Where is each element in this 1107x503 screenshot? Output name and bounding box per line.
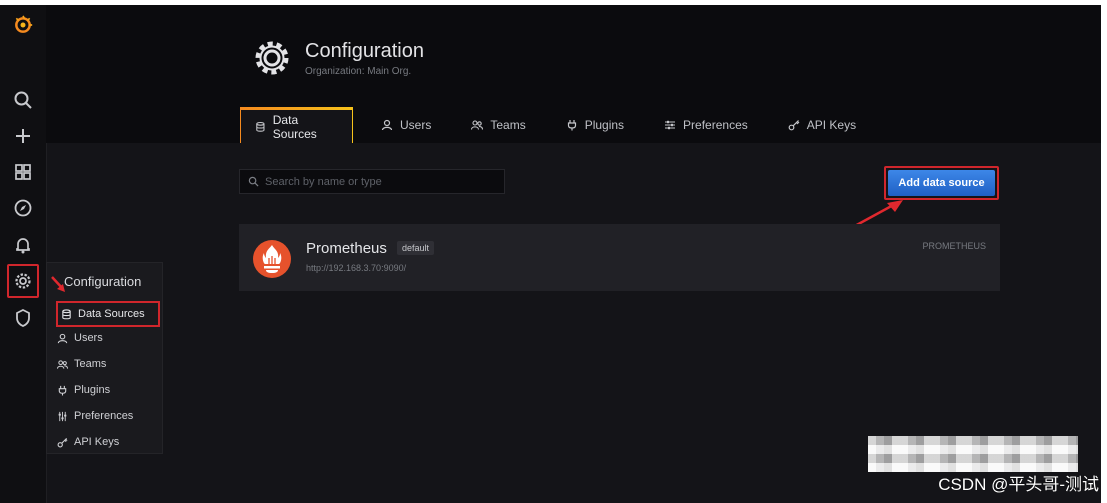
flyout-item-users[interactable]: Users xyxy=(57,328,103,348)
flyout-item-label: Data Sources xyxy=(78,308,145,320)
tab-label: API Keys xyxy=(806,118,857,132)
flyout-item-data-sources[interactable]: Data Sources xyxy=(56,301,160,327)
watermark-text: CSDN @平头哥-测试 xyxy=(938,475,1099,494)
tab-label: Data Sources xyxy=(272,112,317,141)
flyout-item-label: API Keys xyxy=(74,436,120,448)
key-icon xyxy=(788,120,800,131)
datasource-name: Prometheus xyxy=(306,240,387,257)
tab-label: Preferences xyxy=(683,118,748,132)
tab-bar: Data Sources Users Teams Plugins Prefere… xyxy=(240,107,870,143)
plus-icon[interactable] xyxy=(11,124,35,148)
tab-api-keys[interactable]: API Keys xyxy=(774,107,870,143)
app-frame: Configuration Organization: Main Org. Da… xyxy=(0,0,1107,503)
user-icon xyxy=(381,119,393,131)
sliders-icon xyxy=(58,411,67,421)
users-icon xyxy=(471,120,484,130)
tab-label: Teams xyxy=(490,118,526,132)
plug-icon xyxy=(58,385,67,396)
default-badge: default xyxy=(397,241,435,255)
flyout-title: Configuration xyxy=(64,274,142,289)
page-title: Configuration xyxy=(305,40,424,62)
flyout-item-label: Preferences xyxy=(74,410,134,422)
flyout-item-label: Plugins xyxy=(74,384,111,396)
flyout-item-teams[interactable]: Teams xyxy=(57,354,106,374)
add-data-source-button[interactable]: Add data source xyxy=(888,170,995,196)
bell-icon[interactable] xyxy=(11,233,35,257)
plug-icon xyxy=(567,120,576,131)
database-icon xyxy=(62,308,71,319)
user-icon xyxy=(57,333,68,343)
tab-plugins[interactable]: Plugins xyxy=(552,107,638,143)
sliders-icon xyxy=(665,120,676,130)
datasource-url: http://192.168.3.70:9090/ xyxy=(306,263,407,273)
search-icon[interactable] xyxy=(11,88,35,112)
users-icon xyxy=(57,359,68,369)
search-box[interactable] xyxy=(239,169,505,194)
flyout-item-preferences[interactable]: Preferences xyxy=(57,406,133,426)
grafana-logo-icon[interactable] xyxy=(11,13,35,37)
configuration-gear-icon xyxy=(250,36,294,80)
flyout-item-label: Users xyxy=(74,332,103,344)
top-edge xyxy=(0,0,1107,5)
page-subtitle: Organization: Main Org. xyxy=(305,66,412,77)
tab-label: Users xyxy=(400,118,432,132)
flyout-item-plugins[interactable]: Plugins xyxy=(57,380,110,400)
database-icon xyxy=(256,121,265,132)
tab-users[interactable]: Users xyxy=(367,107,445,143)
datasource-card[interactable]: Prometheus default http://192.168.3.70:9… xyxy=(239,224,1000,291)
prometheus-logo-icon xyxy=(253,240,291,278)
dashboards-icon[interactable] xyxy=(11,160,35,184)
tab-data-sources[interactable]: Data Sources xyxy=(240,107,353,143)
search-input[interactable] xyxy=(265,175,495,188)
compass-icon[interactable] xyxy=(11,196,35,220)
search-icon xyxy=(248,176,259,187)
mosaic-overlay-grid xyxy=(868,436,1078,472)
right-edge xyxy=(1101,0,1107,503)
tab-teams[interactable]: Teams xyxy=(457,107,539,143)
key-icon xyxy=(57,437,68,447)
flyout-item-label: Teams xyxy=(74,358,107,370)
gear-icon[interactable] xyxy=(11,269,35,293)
shield-icon[interactable] xyxy=(11,306,35,330)
datasource-type: PROMETHEUS xyxy=(922,241,986,251)
tab-preferences[interactable]: Preferences xyxy=(650,107,762,143)
sidebar xyxy=(0,5,47,503)
flyout-item-api-keys[interactable]: API Keys xyxy=(57,432,119,452)
tab-label: Plugins xyxy=(584,118,625,132)
annotation-pointer xyxy=(51,276,65,292)
